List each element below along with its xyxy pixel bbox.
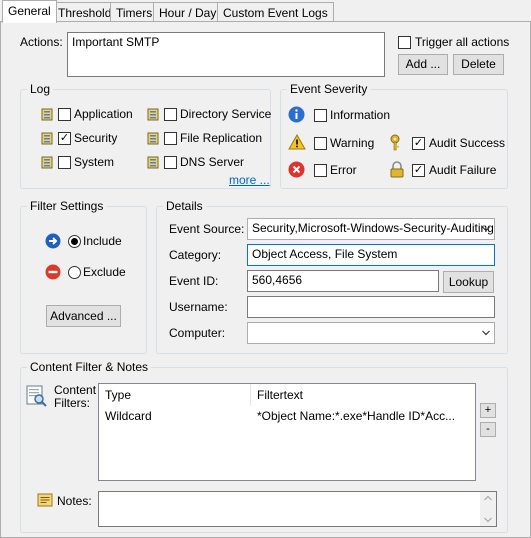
event-log-icon [41, 156, 53, 169]
event-log-icon [147, 108, 159, 121]
chevron-down-icon[interactable] [484, 517, 492, 523]
notes-scrollbar[interactable] [480, 492, 496, 526]
log-group-title: Log [27, 82, 54, 96]
include-radio[interactable] [68, 235, 81, 248]
tab-timers[interactable]: Timers [110, 2, 159, 22]
username-label: Username: [169, 300, 228, 314]
tab-custom-event-logs[interactable]: Custom Event Logs [217, 2, 334, 22]
event-source-dropdown[interactable]: Security,Microsoft-Windows-Security-Audi… [247, 218, 495, 240]
remove-filter-button[interactable]: - [480, 422, 496, 437]
delete-action-button[interactable]: Delete [453, 54, 504, 75]
advanced-button[interactable]: Advanced ... [46, 305, 121, 327]
add-filter-button[interactable]: + [480, 403, 496, 418]
error-icon [288, 161, 305, 178]
exclude-radio[interactable] [68, 266, 81, 279]
log-application-label: Application [74, 107, 133, 121]
log-system-checkbox[interactable] [58, 156, 71, 169]
content-filters-label-2: Filters: [54, 396, 90, 410]
tab-general[interactable]: General [2, 0, 57, 23]
event-log-icon [41, 108, 53, 121]
details-title: Details [163, 199, 206, 213]
category-label: Category: [169, 248, 222, 262]
notes-icon [37, 493, 53, 507]
notes-label: Notes: [57, 494, 92, 508]
content-filters-label-1: Content [54, 383, 97, 397]
severity-error-label: Error [330, 163, 357, 177]
category-field[interactable]: Object Access, File System [247, 244, 495, 266]
event-id-label: Event ID: [169, 274, 219, 288]
row-filtertext-cell: *Object Name:*.exe*Handle ID*Acc... [257, 409, 456, 423]
include-label: Include [83, 234, 122, 248]
notes-field[interactable] [98, 491, 497, 527]
log-directory-service-label: Directory Service [180, 107, 272, 121]
event-log-icon [147, 132, 159, 145]
trigger-all-checkbox[interactable] [398, 36, 411, 49]
table-row[interactable]: Wildcard *Object Name:*.exe*Handle ID*Ac… [99, 406, 475, 428]
severity-information-label: Information [330, 108, 391, 122]
log-security-label: Security [74, 131, 118, 145]
log-system-label: System [74, 155, 115, 169]
event-log-icon [147, 156, 159, 169]
log-file-replication-checkbox[interactable] [164, 132, 177, 145]
key-icon [390, 134, 400, 151]
severity-audit-success-label: Audit Success [429, 136, 506, 150]
event-source-value: Security,Microsoft-Windows-Security-Audi… [252, 221, 494, 235]
log-application-checkbox[interactable] [58, 108, 71, 121]
severity-audit-success-checkbox[interactable]: ✓ [412, 137, 425, 150]
event-source-label: Event Source: [169, 222, 245, 236]
event-id-field[interactable]: 560,4656 [247, 270, 439, 292]
row-type-cell: Wildcard [105, 409, 152, 423]
log-directory-service-checkbox[interactable] [164, 108, 177, 121]
log-more-link[interactable]: more ... [229, 173, 270, 187]
event-severity-title: Event Severity [287, 82, 371, 96]
tab-threshold[interactable]: Threshold [52, 2, 118, 22]
log-file-replication-label: File Replication [180, 131, 263, 145]
lookup-button[interactable]: Lookup [443, 271, 494, 293]
computer-label: Computer: [169, 326, 226, 340]
filter-settings-title: Filter Settings [27, 199, 107, 213]
computer-dropdown[interactable] [247, 322, 495, 344]
add-action-button[interactable]: Add ... [398, 54, 448, 75]
chevron-up-icon[interactable] [484, 495, 492, 501]
severity-warning-label: Warning [330, 136, 375, 150]
warning-icon [288, 134, 306, 150]
log-security-checkbox[interactable]: ✓ [58, 132, 71, 145]
severity-information-checkbox[interactable] [314, 109, 327, 122]
exclude-label: Exclude [83, 265, 126, 279]
log-dns-server-label: DNS Server [180, 155, 245, 169]
general-tab-panel: Actions: Important SMTP Trigger all acti… [0, 21, 531, 538]
lock-icon [390, 161, 404, 178]
username-field[interactable] [247, 296, 495, 318]
include-arrow-icon [45, 233, 61, 249]
filter-settings-group: Filter Settings [20, 199, 147, 354]
document-search-icon [26, 385, 47, 407]
information-icon [288, 106, 305, 123]
content-filters-table[interactable]: Type Filtertext Wildcard *Object Name:*.… [98, 383, 476, 481]
severity-warning-checkbox[interactable] [314, 137, 327, 150]
tab-hour-day[interactable]: Hour / Day [153, 2, 223, 22]
column-header-type[interactable]: Type [99, 384, 251, 406]
event-log-icon [41, 132, 53, 145]
actions-label: Actions: [20, 35, 63, 49]
log-dns-server-checkbox[interactable] [164, 156, 177, 169]
exclude-minus-icon [45, 264, 61, 280]
chevron-down-icon [482, 330, 490, 336]
severity-audit-failure-checkbox[interactable]: ✓ [412, 164, 425, 177]
chevron-down-icon [482, 226, 490, 232]
severity-audit-failure-label: Audit Failure [429, 163, 497, 177]
trigger-all-label: Trigger all actions [415, 35, 510, 49]
actions-field[interactable]: Important SMTP [67, 32, 385, 77]
severity-error-checkbox[interactable] [314, 164, 327, 177]
content-filter-title: Content Filter & Notes [27, 360, 152, 374]
column-header-filtertext[interactable]: Filtertext [251, 384, 475, 406]
